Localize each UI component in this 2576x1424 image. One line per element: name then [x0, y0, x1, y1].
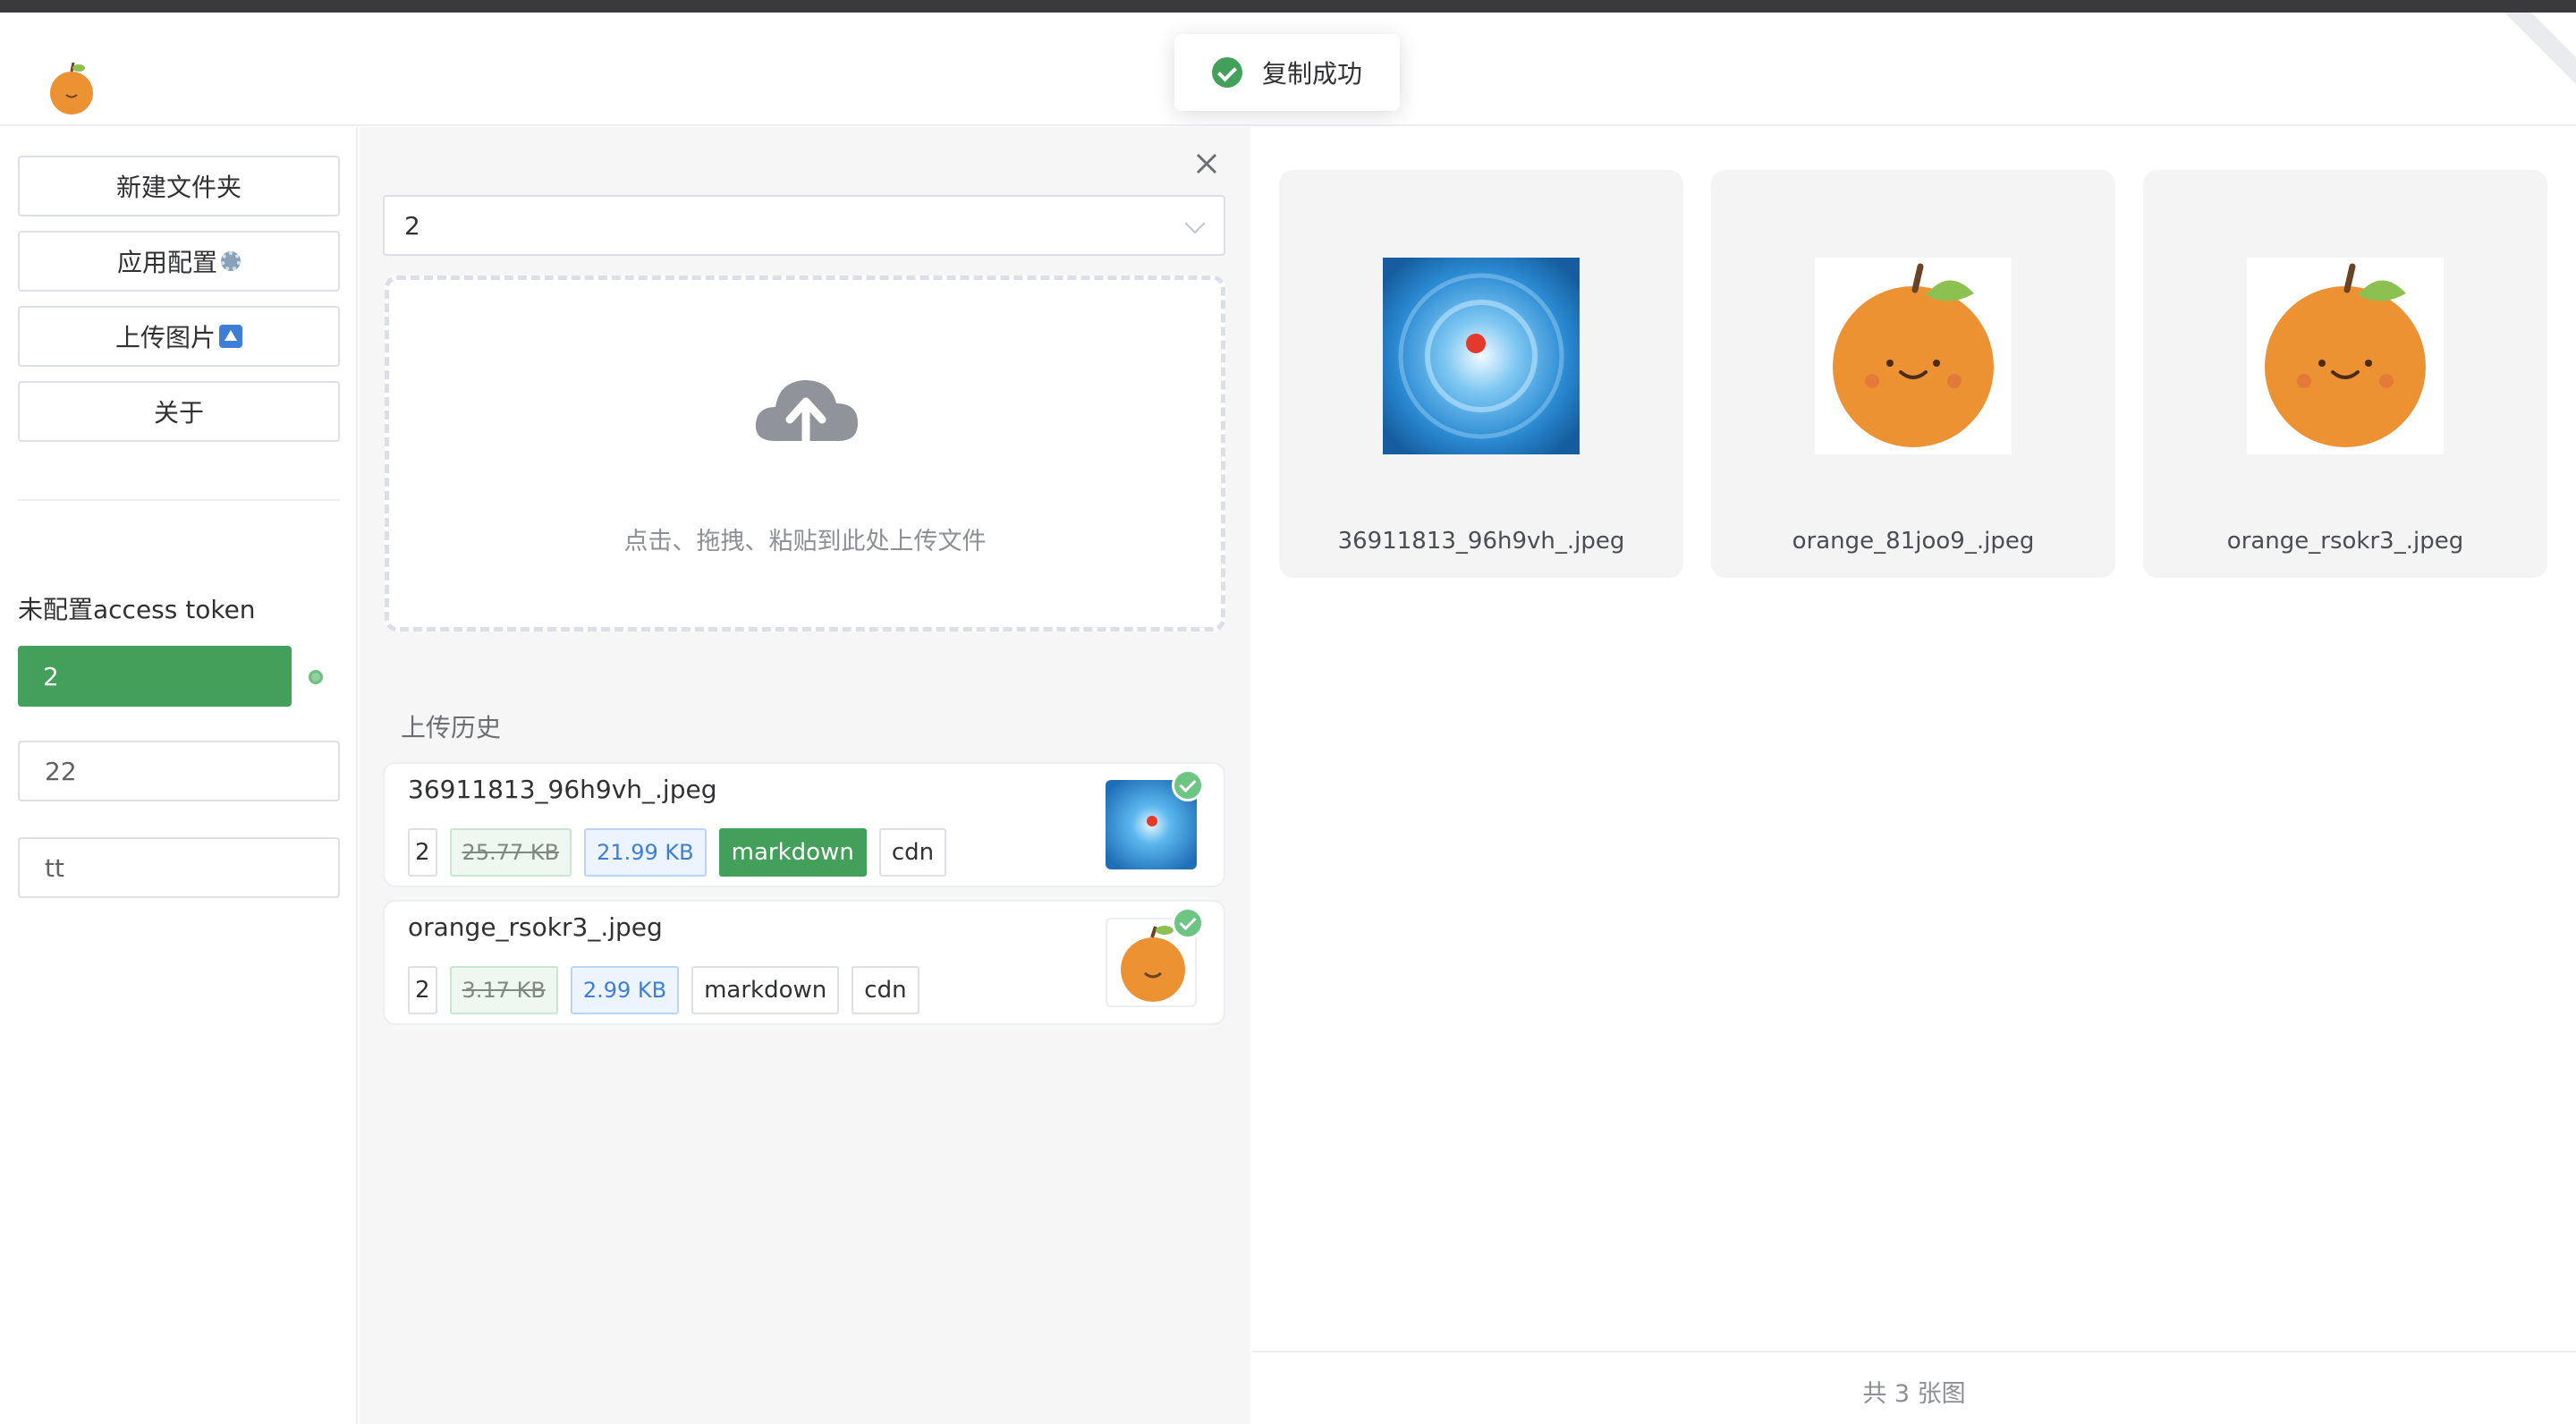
- upload-image-label: 上传图片: [114, 323, 216, 352]
- gallery-card[interactable]: orange_81joo9_.jpeg: [1711, 170, 2115, 578]
- window-top-bar: [0, 0, 2576, 13]
- copy-markdown-button[interactable]: markdown: [691, 966, 840, 1014]
- gallery-footer: 共 3 张图: [1252, 1351, 2576, 1424]
- copy-cdn-button[interactable]: cdn: [852, 966, 919, 1014]
- repo-item[interactable]: 22: [18, 741, 340, 801]
- cloud-upload-icon: [755, 380, 858, 460]
- gallery-image-name: orange_rsokr3_.jpeg: [2226, 528, 2464, 555]
- repo-item-label: tt: [45, 852, 64, 883]
- gallery-image[interactable]: [2247, 258, 2444, 454]
- dropzone-hint: 点击、拖拽、粘贴到此处上传文件: [623, 528, 987, 555]
- repo-item[interactable]: tt: [18, 837, 340, 898]
- token-status-label: 未配置access token: [18, 595, 256, 624]
- history-item: 36911813_96h9vh_.jpeg 2 25.77 KB 21.99 K…: [383, 762, 1225, 887]
- upload-image-button[interactable]: 上传图片: [18, 306, 340, 367]
- copy-success-toast: 复制成功: [1174, 34, 1400, 111]
- compressed-size-tag: 2.99 KB: [570, 966, 680, 1014]
- original-size-tag: 3.17 KB: [449, 966, 558, 1014]
- history-item: orange_rsokr3_.jpeg 2 3.17 KB 2.99 KB ma…: [383, 900, 1225, 1025]
- orange-logo-icon[interactable]: [45, 57, 98, 118]
- sidebar-divider: [18, 499, 340, 501]
- history-title: 上传历史: [401, 713, 502, 742]
- gallery-image[interactable]: [1815, 258, 2012, 454]
- history-file-name: 36911813_96h9vh_.jpeg: [408, 775, 717, 804]
- gallery-image-name: orange_81joo9_.jpeg: [1792, 528, 2035, 555]
- gear-icon: [221, 251, 241, 271]
- repo-item-label: 22: [45, 756, 77, 786]
- uploaded-check-icon: [1172, 769, 1204, 801]
- repo-item-label: 2: [43, 661, 59, 691]
- toast-message: 复制成功: [1262, 59, 1363, 89]
- app-config-button[interactable]: 应用配置: [18, 231, 340, 292]
- history-file-name: orange_rsokr3_.jpeg: [408, 912, 663, 942]
- repo-item-active[interactable]: 2: [18, 646, 292, 707]
- about-label: 关于: [153, 398, 204, 428]
- original-size-tag: 25.77 KB: [449, 828, 572, 877]
- directory-select[interactable]: 2: [383, 195, 1225, 256]
- directory-select-value: 2: [404, 210, 420, 241]
- corner-ribbon-icon[interactable]: [2504, 13, 2576, 84]
- close-icon[interactable]: [1195, 152, 1218, 175]
- upload-dropzone[interactable]: 点击、拖拽、粘贴到此处上传文件: [385, 275, 1225, 631]
- gallery-image-name: 36911813_96h9vh_.jpeg: [1337, 528, 1625, 555]
- compressed-size-tag: 21.99 KB: [584, 828, 707, 877]
- copy-markdown-button[interactable]: markdown: [718, 828, 867, 877]
- app-config-label: 应用配置: [116, 248, 217, 277]
- active-status-dot: [309, 670, 323, 684]
- new-folder-label: 新建文件夹: [115, 173, 242, 202]
- new-folder-button[interactable]: 新建文件夹: [18, 156, 340, 216]
- up-arrow-icon: [219, 325, 242, 348]
- gallery-card[interactable]: 36911813_96h9vh_.jpeg: [1279, 170, 1683, 578]
- copy-cdn-button[interactable]: cdn: [878, 828, 947, 877]
- uploaded-check-icon: [1172, 907, 1204, 939]
- image-count: 共 3 张图: [1862, 1380, 1966, 1408]
- check-circle-icon: [1212, 57, 1242, 88]
- chevron-down-icon: [1184, 213, 1206, 234]
- gallery-card[interactable]: orange_rsokr3_.jpeg: [2143, 170, 2547, 578]
- about-button[interactable]: 关于: [18, 381, 340, 442]
- repo-tag: 2: [408, 828, 437, 877]
- repo-tag: 2: [408, 966, 437, 1014]
- gallery-image[interactable]: [1383, 258, 1580, 454]
